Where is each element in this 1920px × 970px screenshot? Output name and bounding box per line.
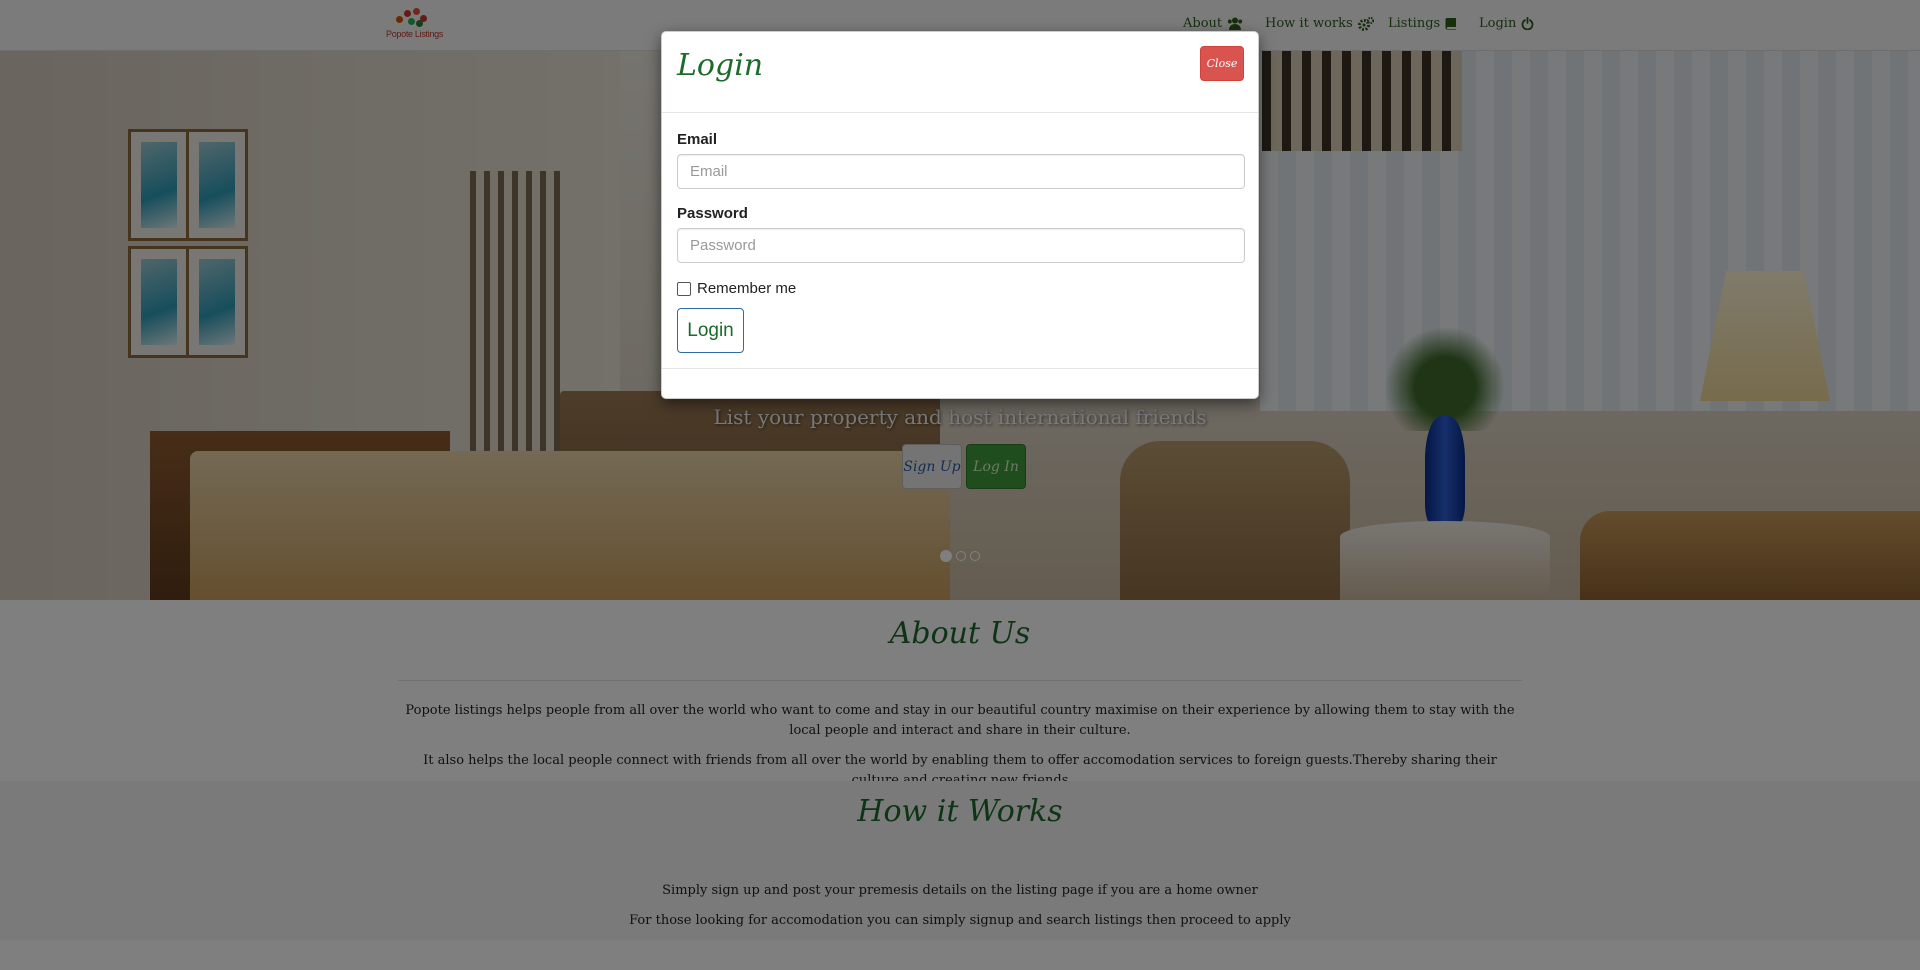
login-modal: Login Close Email Password Remember me L… bbox=[661, 31, 1259, 399]
email-field[interactable] bbox=[678, 155, 1244, 188]
modal-footer bbox=[662, 368, 1258, 369]
close-button[interactable]: Close bbox=[1200, 46, 1244, 81]
checkbox-icon[interactable] bbox=[677, 281, 691, 296]
login-submit-button[interactable]: Login bbox=[677, 308, 744, 353]
password-field-wrapper bbox=[677, 228, 1245, 263]
password-label: Password bbox=[677, 205, 748, 222]
email-label: Email bbox=[677, 131, 718, 148]
modal-header: Login Close bbox=[662, 32, 1258, 113]
remember-me-checkbox[interactable]: Remember me bbox=[677, 280, 796, 297]
password-field[interactable] bbox=[678, 229, 1244, 262]
modal-title: Login bbox=[677, 48, 764, 83]
email-field-wrapper bbox=[677, 154, 1245, 189]
remember-me-label: Remember me bbox=[697, 280, 797, 297]
